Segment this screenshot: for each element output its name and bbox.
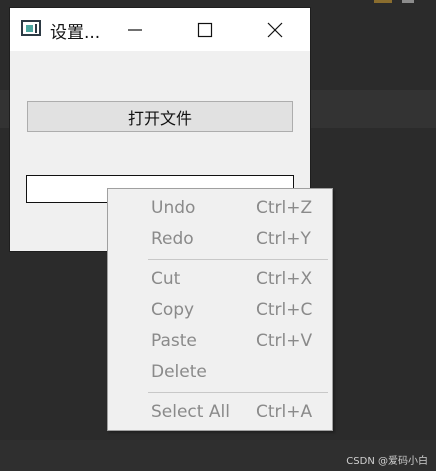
menu-item-label: Paste [151, 331, 197, 351]
minimize-icon [128, 28, 142, 31]
menu-item-shortcut: Ctrl+A [256, 402, 313, 422]
close-button[interactable] [252, 8, 298, 51]
menu-item-undo[interactable]: Undo Ctrl+Z [108, 194, 332, 223]
menu-item-label: Copy [151, 300, 195, 320]
window-title: 设置... [50, 23, 101, 43]
watermark: CSDN @爱码小白 [346, 456, 428, 467]
menu-separator [148, 392, 328, 393]
top-accent-mark-2 [402, 0, 414, 3]
menu-item-shortcut: Ctrl+V [256, 331, 313, 351]
menu-item-label: Delete [151, 362, 207, 382]
top-accent-mark [374, 0, 392, 3]
maximize-icon [197, 22, 213, 37]
menu-item-label: Cut [151, 269, 181, 289]
menu-item-label: Redo [151, 229, 194, 249]
menu-item-shortcut: Ctrl+Z [256, 198, 313, 218]
menu-item-delete[interactable]: Delete [108, 358, 332, 387]
menu-item-cut[interactable]: Cut Ctrl+X [108, 265, 332, 294]
open-file-button[interactable]: 打开文件 [27, 101, 293, 132]
app-icon [21, 20, 41, 36]
menu-item-redo[interactable]: Redo Ctrl+Y [108, 225, 332, 254]
minimize-button[interactable] [112, 8, 158, 51]
window-titlebar[interactable]: 设置... [10, 8, 310, 51]
menu-item-shortcut: Ctrl+Y [256, 229, 311, 249]
menu-separator [148, 259, 328, 260]
menu-item-label: Select All [151, 402, 230, 422]
menu-item-shortcut: Ctrl+X [256, 269, 313, 289]
menu-item-shortcut: Ctrl+C [256, 300, 313, 320]
context-menu: Undo Ctrl+Z Redo Ctrl+Y Cut Ctrl+X Copy … [107, 188, 333, 431]
close-icon [267, 22, 283, 37]
maximize-button[interactable] [182, 8, 228, 51]
menu-item-select-all[interactable]: Select All Ctrl+A [108, 398, 332, 427]
menu-item-paste[interactable]: Paste Ctrl+V [108, 327, 332, 356]
menu-item-copy[interactable]: Copy Ctrl+C [108, 296, 332, 325]
menu-item-label: Undo [151, 198, 196, 218]
